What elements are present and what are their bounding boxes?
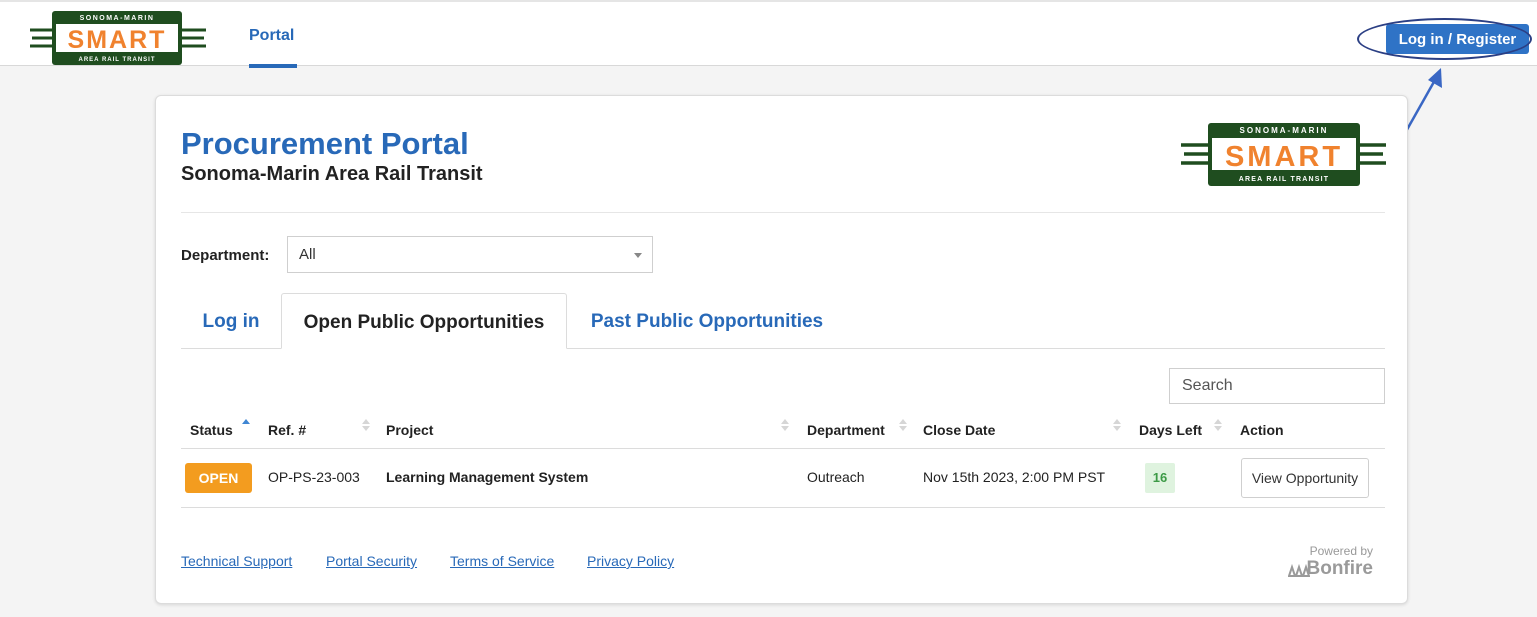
table-header: Status Ref. # Project Department Close D…	[181, 414, 1385, 449]
column-header-status[interactable]: Status	[190, 422, 233, 438]
column-header-ref[interactable]: Ref. #	[268, 422, 306, 438]
column-header-close-date[interactable]: Close Date	[923, 422, 995, 438]
sort-icon[interactable]	[362, 419, 370, 435]
column-header-action: Action	[1240, 422, 1284, 438]
department-select-value: All	[299, 246, 316, 263]
top-nav: SONOMA-MARIN SMART AREA RAIL TRANSIT Por…	[0, 0, 1537, 68]
svg-text:SONOMA-MARIN: SONOMA-MARIN	[80, 15, 155, 22]
footer-link-privacy-policy[interactable]: Privacy Policy	[587, 553, 674, 569]
column-header-days-left[interactable]: Days Left	[1139, 422, 1202, 438]
svg-text:AREA RAIL TRANSIT: AREA RAIL TRANSIT	[1239, 176, 1329, 183]
page-subtitle: Sonoma-Marin Area Rail Transit	[181, 163, 483, 185]
ref-number: OP-PS-23-003	[268, 469, 360, 485]
smart-logo[interactable]: SONOMA-MARIN SMART AREA RAIL TRANSIT	[30, 10, 206, 66]
search-input[interactable]	[1169, 368, 1385, 404]
login-register-button[interactable]: Log in / Register	[1386, 24, 1529, 54]
sort-icon[interactable]	[1214, 419, 1222, 435]
sort-icon[interactable]	[781, 419, 789, 435]
days-left-badge: 16	[1145, 463, 1175, 493]
chevron-down-icon	[634, 253, 642, 258]
svg-text:SMART: SMART	[1225, 141, 1343, 173]
table-row: OPEN OP-PS-23-003 Learning Management Sy…	[181, 449, 1385, 508]
department-cell: Outreach	[807, 469, 865, 485]
footer-link-terms-of-service[interactable]: Terms of Service	[450, 553, 554, 569]
smart-logo-large: SONOMA-MARIN SMART AREA RAIL TRANSIT	[1181, 123, 1386, 186]
department-select[interactable]: All	[287, 236, 653, 273]
tab-past-public-opportunities[interactable]: Past Public Opportunities	[567, 293, 847, 349]
project-name: Learning Management System	[386, 469, 589, 485]
svg-text:SONOMA-MARIN: SONOMA-MARIN	[1240, 126, 1329, 135]
divider	[181, 212, 1385, 213]
footer-link-technical-support[interactable]: Technical Support	[181, 553, 292, 569]
view-opportunity-button[interactable]: View Opportunity	[1241, 458, 1369, 498]
svg-text:AREA RAIL TRANSIT: AREA RAIL TRANSIT	[79, 57, 156, 63]
sort-icon[interactable]	[242, 419, 250, 435]
footer-link-portal-security[interactable]: Portal Security	[326, 553, 417, 569]
tab-open-public-opportunities[interactable]: Open Public Opportunities	[281, 293, 567, 349]
page-title: Procurement Portal	[181, 126, 469, 161]
opportunity-tabs: Log in Open Public Opportunities Past Pu…	[181, 293, 1385, 349]
close-date-cell: Nov 15th 2023, 2:00 PM PST	[923, 469, 1106, 485]
sort-icon[interactable]	[1113, 419, 1121, 435]
column-header-project[interactable]: Project	[386, 422, 433, 438]
column-header-department[interactable]: Department	[807, 422, 885, 438]
tab-log-in[interactable]: Log in	[181, 293, 281, 349]
bonfire-logo-text[interactable]: Bonfire	[1287, 558, 1374, 580]
sort-icon[interactable]	[899, 419, 907, 435]
nav-portal-link[interactable]: Portal	[249, 27, 294, 45]
active-nav-indicator	[249, 64, 297, 68]
svg-text:SMART: SMART	[68, 26, 167, 54]
powered-by-label: Powered by	[1309, 544, 1373, 558]
department-label: Department:	[181, 247, 270, 264]
procurement-card: Procurement Portal Sonoma-Marin Area Rai…	[155, 95, 1408, 604]
status-badge: OPEN	[185, 463, 252, 493]
